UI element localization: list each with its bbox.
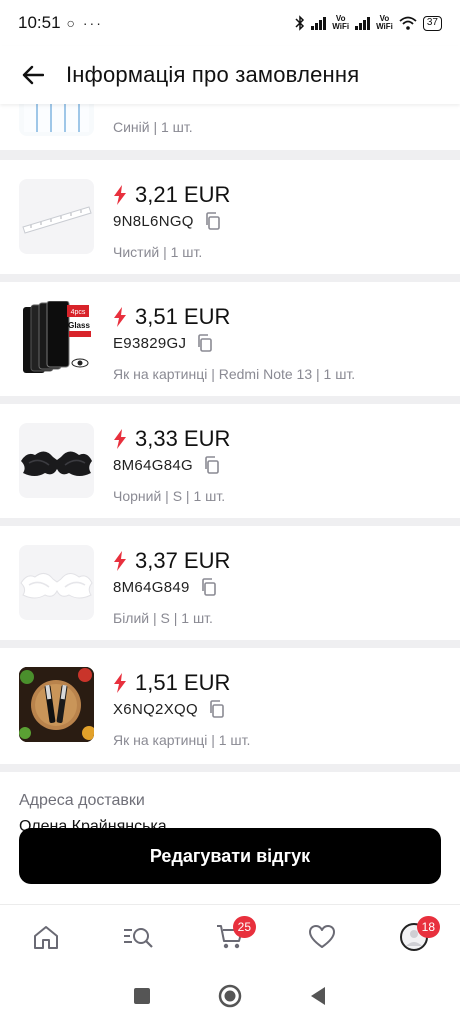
signal-icon bbox=[311, 16, 327, 30]
code-row: 9N8L6NGQ bbox=[113, 212, 222, 230]
lightning-icon bbox=[114, 673, 126, 693]
edit-review-button[interactable]: Редагувати відгук bbox=[19, 828, 441, 884]
item-variant: Чистий | 1 шт. bbox=[113, 244, 203, 260]
pack-count-label: 4pcs bbox=[71, 309, 86, 316]
status-right-icons: Vo WiFi Vo WiFi 37 bbox=[295, 15, 442, 31]
price-row: 3,51 EUR bbox=[113, 304, 230, 330]
item-code: 9N8L6NGQ bbox=[113, 212, 194, 230]
order-item[interactable]: 3,21 EUR 9N8L6NGQ Чистий | 1 шт. bbox=[0, 160, 460, 274]
copy-icon[interactable] bbox=[204, 212, 222, 230]
item-code: 8M64G84G bbox=[113, 456, 193, 474]
item-code: 8M64G849 bbox=[113, 578, 190, 596]
clear-ruler-product-icon bbox=[22, 206, 92, 234]
glass-label: Glass bbox=[68, 321, 90, 330]
product-thumbnail[interactable]: 4pcs Glass bbox=[19, 301, 94, 376]
copy-icon[interactable] bbox=[203, 456, 221, 474]
item-price: 3,37 EUR bbox=[135, 548, 231, 573]
price-row: 3,33 EUR bbox=[113, 426, 230, 452]
nav-wishlist[interactable] bbox=[292, 912, 352, 962]
product-thumbnail[interactable] bbox=[19, 104, 94, 136]
blue-stripes-product-icon bbox=[24, 104, 89, 132]
recents-icon[interactable] bbox=[133, 987, 151, 1005]
code-row: 8M64G84G bbox=[113, 456, 221, 474]
home-button-icon[interactable] bbox=[218, 984, 242, 1008]
signal-icon-2 bbox=[355, 16, 371, 30]
delivery-address-title: Адреса доставки bbox=[19, 792, 145, 809]
order-item[interactable]: 3,37 EUR 8M64G849 Білий | S | 1 шт. bbox=[0, 526, 460, 640]
price-row: 3,21 EUR bbox=[113, 182, 230, 208]
order-item[interactable]: Синій | 1 шт. bbox=[0, 104, 460, 150]
product-thumbnail[interactable] bbox=[19, 667, 94, 742]
heart-icon bbox=[309, 924, 335, 948]
item-price: 3,33 EUR bbox=[135, 426, 231, 451]
code-row: E93829GJ bbox=[113, 334, 214, 352]
order-item[interactable]: 1,51 EUR X6NQ2XQQ Як на картинці | 1 шт. bbox=[0, 648, 460, 764]
price-row: 1,51 EUR bbox=[113, 670, 230, 696]
order-details-scroll[interactable]: Синій | 1 шт. 3,21 EUR 9N8L6NGQ Чистий |… bbox=[0, 104, 460, 904]
nav-cart[interactable]: 25 bbox=[200, 912, 260, 962]
page-title: Інформація про замовлення bbox=[66, 62, 360, 87]
lightning-icon bbox=[114, 185, 126, 205]
profile-badge: 18 bbox=[416, 915, 440, 938]
copy-icon[interactable] bbox=[200, 578, 218, 596]
item-variant: Білий | S | 1 шт. bbox=[113, 610, 213, 626]
nav-search[interactable] bbox=[108, 912, 168, 962]
bluetooth-icon bbox=[295, 15, 305, 31]
item-variant: Як на картинці | 1 шт. bbox=[113, 732, 251, 748]
page-header: Інформація про замовлення bbox=[0, 46, 460, 104]
status-notification-icons: ○ ··· bbox=[66, 15, 103, 31]
wifi-icon bbox=[399, 16, 417, 30]
vowifi-icon: Vo WiFi bbox=[332, 14, 350, 31]
white-bra-product-icon bbox=[20, 573, 93, 599]
code-row: X6NQ2XQQ bbox=[113, 700, 226, 718]
item-code: E93829GJ bbox=[113, 334, 187, 352]
status-bar: 10:51 ○ ··· Vo WiFi Vo WiFi 37 bbox=[0, 0, 460, 46]
item-variant: Як на картинці | Redmi Note 13 | 1 шт. bbox=[113, 366, 356, 382]
lightning-icon bbox=[114, 551, 126, 571]
screen-protector-glass-product-icon: 4pcs Glass bbox=[23, 301, 91, 373]
price-row: 3,37 EUR bbox=[113, 548, 230, 574]
order-item[interactable]: 3,33 EUR 8M64G84G Чорний | S | 1 шт. bbox=[0, 404, 460, 518]
nav-profile[interactable]: 18 bbox=[384, 912, 444, 962]
vowifi-icon-2: Vo WiFi bbox=[376, 14, 393, 31]
nav-home[interactable] bbox=[16, 912, 76, 962]
item-variant: Синій | 1 шт. bbox=[113, 119, 193, 135]
lightning-icon bbox=[114, 307, 126, 327]
item-code: X6NQ2XQQ bbox=[113, 700, 198, 718]
item-variant: Чорний | S | 1 шт. bbox=[113, 488, 226, 504]
bottom-navigation: 25 18 bbox=[0, 904, 460, 968]
home-icon bbox=[34, 925, 58, 949]
status-time: 10:51 bbox=[18, 13, 61, 32]
order-item[interactable]: 4pcs Glass 3,51 EUR E93829GJ Як на карти… bbox=[0, 282, 460, 396]
copy-icon[interactable] bbox=[208, 700, 226, 718]
item-price: 3,21 EUR bbox=[135, 182, 231, 207]
back-triangle-icon[interactable] bbox=[309, 986, 327, 1006]
lightning-icon bbox=[114, 429, 126, 449]
item-price: 1,51 EUR bbox=[135, 670, 231, 695]
system-navigation bbox=[0, 968, 460, 1024]
battery-icon: 37 bbox=[422, 15, 442, 31]
copy-icon[interactable] bbox=[196, 334, 214, 352]
product-thumbnail[interactable] bbox=[19, 179, 94, 254]
knife-set-product-icon bbox=[19, 667, 94, 742]
back-arrow-icon[interactable] bbox=[20, 62, 46, 88]
cart-badge: 25 bbox=[232, 915, 256, 938]
search-icon bbox=[124, 927, 153, 948]
product-thumbnail[interactable] bbox=[19, 423, 94, 498]
product-thumbnail[interactable] bbox=[19, 545, 94, 620]
code-row: 8M64G849 bbox=[113, 578, 218, 596]
black-bra-product-icon bbox=[21, 451, 92, 476]
item-price: 3,51 EUR bbox=[135, 304, 231, 329]
